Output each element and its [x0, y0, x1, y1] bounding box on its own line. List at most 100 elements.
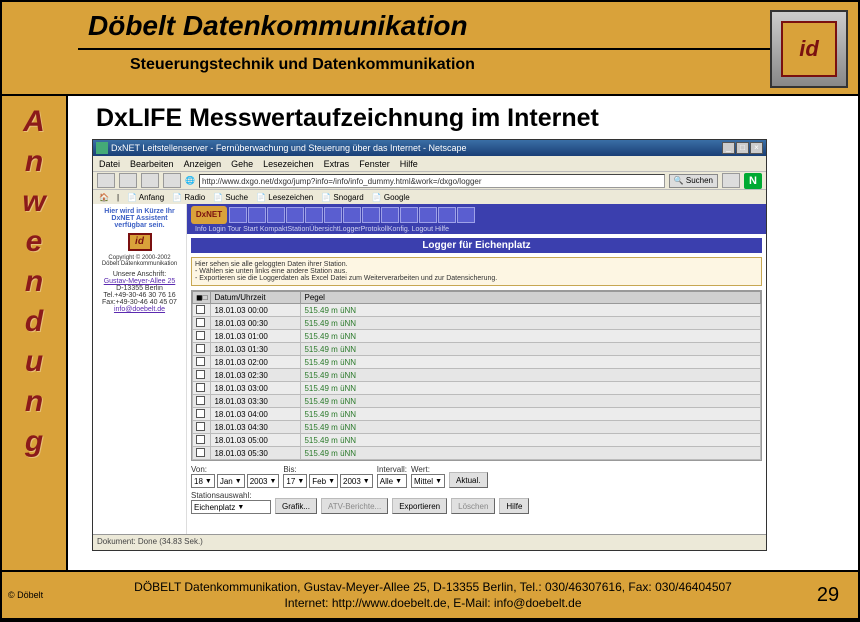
- dxnet-icon[interactable]: [248, 207, 266, 223]
- print-icon[interactable]: [722, 173, 740, 188]
- cell-pegel: 515.49 m üNN: [301, 447, 761, 460]
- intervall-select[interactable]: Alle▼: [377, 474, 407, 488]
- linkbar-item[interactable]: 📄 Anfang: [127, 193, 164, 202]
- cell-datetime: 18.01.03 00:30: [211, 317, 301, 330]
- intervall-label: Intervall:: [377, 465, 407, 474]
- dxnet-icon[interactable]: [381, 207, 399, 223]
- von-day-select[interactable]: 18▼: [191, 474, 215, 488]
- linkbar-item[interactable]: 📄 Google: [372, 193, 410, 202]
- cell-datetime: 18.01.03 00:00: [211, 304, 301, 317]
- von-label: Von:: [191, 465, 279, 474]
- row-checkbox[interactable]: [196, 305, 205, 314]
- cell-datetime: 18.01.03 05:00: [211, 434, 301, 447]
- menu-item[interactable]: Hilfe: [400, 159, 418, 169]
- table-row: 18.01.03 00:00515.49 m üNN: [193, 304, 761, 317]
- table-header: ◼□: [193, 292, 211, 304]
- page-number: 29: [798, 584, 858, 607]
- dxnet-toolbar: DxNET Info Login Tour Start KompaktStati…: [187, 204, 766, 234]
- grafik-button[interactable]: Grafik...: [275, 498, 317, 514]
- company-subtitle: Steuerungstechnik und Datenkommunikation: [130, 56, 858, 74]
- menu-item[interactable]: Anzeigen: [184, 159, 222, 169]
- cell-pegel: 515.49 m üNN: [301, 408, 761, 421]
- row-checkbox[interactable]: [196, 370, 205, 379]
- dxnet-icon[interactable]: [438, 207, 456, 223]
- minimize-icon[interactable]: _: [722, 142, 735, 154]
- row-checkbox[interactable]: [196, 383, 205, 392]
- table-row: 18.01.03 05:00515.49 m üNN: [193, 434, 761, 447]
- assistant-notice: Hier wird in Kürze Ihr DxNET Assistent v…: [97, 208, 182, 229]
- atv-button[interactable]: ATV-Berichte...: [321, 498, 388, 514]
- row-checkbox[interactable]: [196, 435, 205, 444]
- dxnet-icon[interactable]: [229, 207, 247, 223]
- von-year-select[interactable]: 2003▼: [247, 474, 280, 488]
- table-header: Pegel: [301, 292, 761, 304]
- menu-item[interactable]: Extras: [324, 159, 350, 169]
- aktual-button[interactable]: Aktual.: [449, 472, 487, 488]
- table-row: 18.01.03 01:00515.49 m üNN: [193, 330, 761, 343]
- row-checkbox[interactable]: [196, 318, 205, 327]
- row-checkbox[interactable]: [196, 396, 205, 405]
- row-checkbox[interactable]: [196, 331, 205, 340]
- menu-item[interactable]: Fenster: [359, 159, 390, 169]
- back-icon[interactable]: [97, 173, 115, 188]
- netscape-icon: N: [744, 173, 762, 189]
- row-checkbox[interactable]: [196, 344, 205, 353]
- dxnet-icon[interactable]: [267, 207, 285, 223]
- addr-link[interactable]: Gustav-Meyer-Allee 25: [97, 278, 182, 285]
- row-checkbox[interactable]: [196, 422, 205, 431]
- menu-item[interactable]: Gehe: [231, 159, 253, 169]
- bis-month-select[interactable]: Feb▼: [309, 474, 338, 488]
- linkbar-item[interactable]: 📄 Radio: [172, 193, 205, 202]
- dxnet-icon[interactable]: [305, 207, 323, 223]
- dxnet-icon[interactable]: [324, 207, 342, 223]
- addr-email[interactable]: info@doebelt.de: [97, 306, 182, 313]
- cell-datetime: 18.01.03 04:00: [211, 408, 301, 421]
- cell-pegel: 515.49 m üNN: [301, 317, 761, 330]
- browser-titlebar: DxNET Leitstellenserver - Fernüberwachun…: [93, 140, 766, 156]
- url-field[interactable]: http://www.dxgo.net/dxgo/jump?info=/info…: [199, 174, 665, 188]
- dxnet-icon[interactable]: [362, 207, 380, 223]
- search-button[interactable]: 🔍 Suchen: [669, 174, 718, 188]
- cell-pegel: 515.49 m üNN: [301, 330, 761, 343]
- menu-item[interactable]: Datei: [99, 159, 120, 169]
- browser-window: DxNET Leitstellenserver - Fernüberwachun…: [92, 139, 767, 551]
- company-title: Döbelt Datenkommunikation: [88, 10, 858, 42]
- home-icon[interactable]: 🏠: [99, 193, 109, 202]
- von-month-select[interactable]: Jan▼: [217, 474, 245, 488]
- wert-select[interactable]: Mittel▼: [411, 474, 445, 488]
- dxnet-icon[interactable]: [286, 207, 304, 223]
- row-checkbox[interactable]: [196, 409, 205, 418]
- bis-year-select[interactable]: 2003▼: [340, 474, 373, 488]
- dxnet-icon[interactable]: [400, 207, 418, 223]
- dxnet-icon[interactable]: [457, 207, 475, 223]
- cell-pegel: 515.49 m üNN: [301, 434, 761, 447]
- cell-pegel: 515.49 m üNN: [301, 382, 761, 395]
- bis-day-select[interactable]: 17▼: [283, 474, 307, 488]
- linkbar-item[interactable]: 📄 Suche: [213, 193, 248, 202]
- menu-item[interactable]: Lesezeichen: [263, 159, 314, 169]
- addr-city: D-13355 Berlin: [97, 285, 182, 292]
- close-icon[interactable]: ×: [750, 142, 763, 154]
- page-sidebar: Hier wird in Kürze Ihr DxNET Assistent v…: [93, 204, 187, 534]
- reload-icon[interactable]: [141, 173, 159, 188]
- row-checkbox[interactable]: [196, 357, 205, 366]
- company-logo: id: [770, 10, 848, 88]
- row-checkbox[interactable]: [196, 448, 205, 457]
- hilfe-button[interactable]: Hilfe: [499, 498, 529, 514]
- maximize-icon[interactable]: □: [736, 142, 749, 154]
- browser-title: DxNET Leitstellenserver - Fernüberwachun…: [111, 143, 722, 153]
- loeschen-button[interactable]: Löschen: [451, 498, 495, 514]
- cell-datetime: 18.01.03 01:00: [211, 330, 301, 343]
- forward-icon[interactable]: [119, 173, 137, 188]
- dxnet-icon[interactable]: [343, 207, 361, 223]
- sidebar-copyright: Copyright © 2000-2002 Döbelt Datenkommun…: [97, 255, 182, 267]
- cell-datetime: 18.01.03 02:00: [211, 356, 301, 369]
- export-button[interactable]: Exportieren: [392, 498, 447, 514]
- table-row: 18.01.03 00:30515.49 m üNN: [193, 317, 761, 330]
- linkbar-item[interactable]: 📄 Lesezeichen: [256, 193, 313, 202]
- stop-icon[interactable]: [163, 173, 181, 188]
- station-select[interactable]: Eichenplatz▼: [191, 500, 271, 514]
- linkbar-item[interactable]: 📄 Snogard: [321, 193, 363, 202]
- dxnet-icon[interactable]: [419, 207, 437, 223]
- menu-item[interactable]: Bearbeiten: [130, 159, 174, 169]
